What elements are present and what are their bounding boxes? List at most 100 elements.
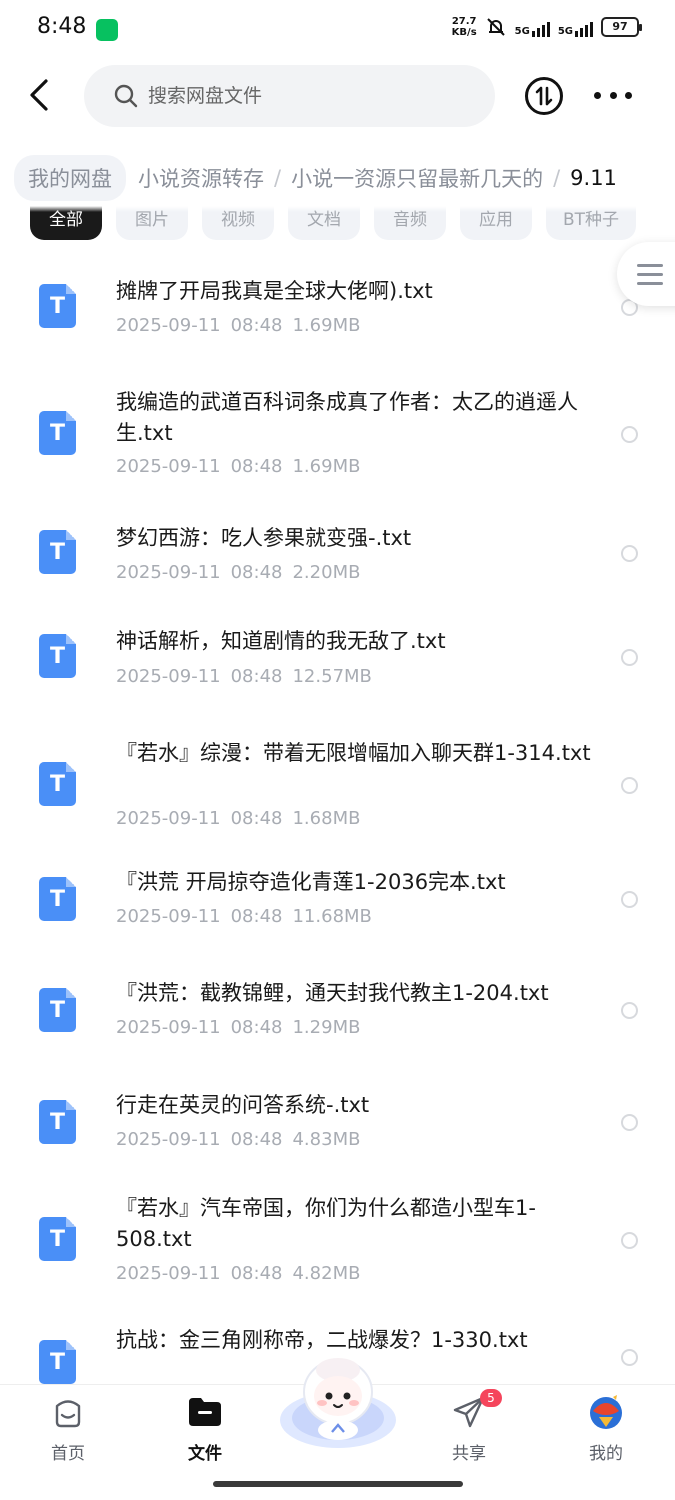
file-row[interactable]: T 我编造的武道百科词条成真了作者：太乙的逍遥人生.txt 2025-09-11… — [0, 362, 675, 492]
menu-line-icon — [637, 272, 663, 276]
file-meta: 2025-09-11 08:48 12.57MB — [116, 666, 372, 687]
search-box[interactable] — [84, 65, 495, 127]
file-row[interactable]: T 摊牌了开局我真是全球大佬啊).txt 2025-09-11 08:48 1.69… — [0, 242, 675, 362]
file-meta: 2025-09-11 08:48 1.69MB — [116, 456, 361, 477]
file-name: 『若水』汽车帝国，你们为什么都造小型车1-508.txt — [116, 1196, 536, 1251]
status-bar: 8:48 27.7 KB/s 5G 5G 97 — [0, 0, 675, 58]
avatar — [587, 1393, 625, 1431]
filter-chip-images[interactable]: 图片 — [116, 206, 188, 240]
text-file-icon: T — [39, 411, 76, 455]
file-meta: 2025-09-11 08:48 1.69MB — [116, 315, 361, 336]
select-radio[interactable] — [621, 1114, 638, 1131]
nav-home-label: 首页 — [51, 1444, 85, 1464]
select-radio[interactable] — [621, 891, 638, 908]
filter-chip-all[interactable]: 全部 — [30, 206, 102, 240]
back-button[interactable] — [22, 78, 56, 112]
search-icon — [114, 84, 138, 108]
chevron-left-icon — [30, 79, 48, 111]
menu-line-icon — [637, 281, 663, 285]
filter-chip-audio[interactable]: 音频 — [374, 206, 446, 240]
nav-mine-label: 我的 — [589, 1444, 623, 1464]
select-radio[interactable] — [621, 777, 638, 794]
file-row[interactable]: T 神话解析，知道剧情的我无敌了.txt 2025-09-11 08:48 12.5… — [0, 596, 675, 708]
file-meta: 2025-09-11 08:48 4.82MB — [116, 1263, 361, 1284]
transfer-list-button[interactable] — [525, 77, 563, 115]
more-dot-icon — [609, 91, 617, 99]
select-radio[interactable] — [621, 649, 638, 666]
file-name: 我编造的武道百科词条成真了作者：太乙的逍遥人生.txt — [116, 390, 578, 445]
search-input[interactable] — [148, 85, 468, 107]
breadcrumb-separator: / — [553, 166, 561, 190]
breadcrumb-current: 9.11 — [570, 166, 617, 190]
breadcrumb: 我的网盘 小说资源转存 / 小说一资源只留最新几天的 / 9.11 — [0, 150, 675, 206]
text-file-icon: T — [39, 1100, 76, 1144]
home-icon — [49, 1393, 87, 1431]
nav-home[interactable]: 首页 — [28, 1393, 108, 1464]
text-file-icon: T — [39, 762, 76, 806]
status-time: 8:48 — [37, 14, 87, 39]
nav-share-label: 共享 — [452, 1444, 486, 1464]
breadcrumb-separator: / — [274, 166, 282, 190]
file-row[interactable]: T 『洪荒：截教锦鲤，通天封我代教主1-204.txt 2025-09-11 08… — [0, 951, 675, 1063]
file-name: 『若水』综漫：带着无限增幅加入聊天群1-314.txt — [116, 741, 591, 765]
folder-icon — [186, 1393, 224, 1431]
transfer-icon — [535, 86, 553, 106]
file-list: T 摊牌了开局我真是全球大佬啊).txt 2025-09-11 08:48 1.69… — [0, 242, 675, 1384]
select-radio[interactable] — [621, 1232, 638, 1249]
file-meta: 2025-09-11 08:48 11.68MB — [116, 906, 372, 927]
mute-bell-icon — [486, 18, 505, 36]
breadcrumb-item[interactable]: 小说一资源只留最新几天的 — [291, 163, 543, 193]
signal-1-icon: 5G — [515, 17, 550, 37]
file-meta: 2025-09-11 08:48 4.83MB — [116, 1129, 361, 1150]
select-radio[interactable] — [621, 1349, 638, 1366]
nav-mine[interactable]: 我的 — [566, 1393, 646, 1464]
send-icon: 5 — [450, 1389, 502, 1431]
sort-menu-button[interactable] — [617, 242, 675, 306]
status-indicators: 27.7 KB/s 5G 5G 97 — [451, 16, 642, 38]
select-radio[interactable] — [621, 426, 638, 443]
more-button[interactable] — [594, 80, 632, 110]
home-indicator — [213, 1481, 463, 1487]
more-dot-icon — [594, 91, 601, 99]
filter-chip-bt[interactable]: BT种子 — [546, 206, 636, 240]
file-name: 行走在英灵的问答系统-.txt — [116, 1093, 370, 1117]
more-dot-icon — [625, 91, 632, 99]
ai-assistant-mascot-button[interactable] — [277, 1348, 399, 1452]
filter-chips: 全部 图片 视频 文档 音频 应用 BT种子 — [0, 206, 675, 242]
file-name: 『洪荒 开局掠夺造化青莲1-2036完本.txt — [116, 870, 506, 894]
text-file-icon: T — [39, 877, 76, 921]
filter-chip-apps[interactable]: 应用 — [460, 206, 532, 240]
wechat-notification-icon — [96, 19, 118, 41]
filter-chip-videos[interactable]: 视频 — [202, 206, 274, 240]
file-row[interactable]: T 梦幻西游：吃人参果就变强-.txt 2025-09-11 08:48 2.20M… — [0, 492, 675, 596]
file-meta: 2025-09-11 08:48 1.68MB — [116, 808, 361, 829]
filter-chip-docs[interactable]: 文档 — [288, 206, 360, 240]
file-name: 摊牌了开局我真是全球大佬啊).txt — [116, 279, 433, 303]
file-row[interactable]: T 行走在英灵的问答系统-.txt 2025-09-11 08:48 4.83MB — [0, 1063, 675, 1164]
file-name: 『洪荒：截教锦鲤，通天封我代教主1-204.txt — [116, 981, 549, 1005]
menu-line-icon — [637, 263, 663, 267]
nav-files-label: 文件 — [188, 1444, 222, 1464]
file-row[interactable]: T 『若水』汽车帝国，你们为什么都造小型车1-508.txt 2025-09-1… — [0, 1164, 675, 1306]
breadcrumb-root[interactable]: 我的网盘 — [14, 155, 126, 201]
select-radio[interactable] — [621, 1002, 638, 1019]
file-meta: 2025-09-11 08:48 2.20MB — [116, 562, 361, 583]
file-row[interactable]: T 『若水』综漫：带着无限增幅加入聊天群1-314.txt 2025-09-11… — [0, 708, 675, 840]
share-badge: 5 — [480, 1389, 502, 1407]
file-meta: 2025-09-11 08:48 1.29MB — [116, 1017, 361, 1038]
file-name: 神话解析，知道剧情的我无敌了.txt — [116, 629, 446, 653]
network-speed: 27.7 KB/s — [451, 16, 477, 38]
text-file-icon: T — [39, 530, 76, 574]
text-file-icon: T — [39, 284, 76, 328]
breadcrumb-item[interactable]: 小说资源转存 — [138, 163, 264, 193]
text-file-icon: T — [39, 1217, 76, 1261]
text-file-icon: T — [39, 988, 76, 1032]
select-radio[interactable] — [621, 545, 638, 562]
mascot-icon — [280, 1358, 396, 1448]
file-name: 梦幻西游：吃人参果就变强-.txt — [116, 526, 412, 550]
text-file-icon: T — [39, 634, 76, 678]
nav-files[interactable]: 文件 — [165, 1393, 245, 1464]
file-row[interactable]: T 『洪荒 开局掠夺造化青莲1-2036完本.txt 2025-09-11 08:… — [0, 840, 675, 951]
nav-share[interactable]: 5 共享 — [429, 1389, 509, 1464]
text-file-icon: T — [39, 1340, 76, 1384]
